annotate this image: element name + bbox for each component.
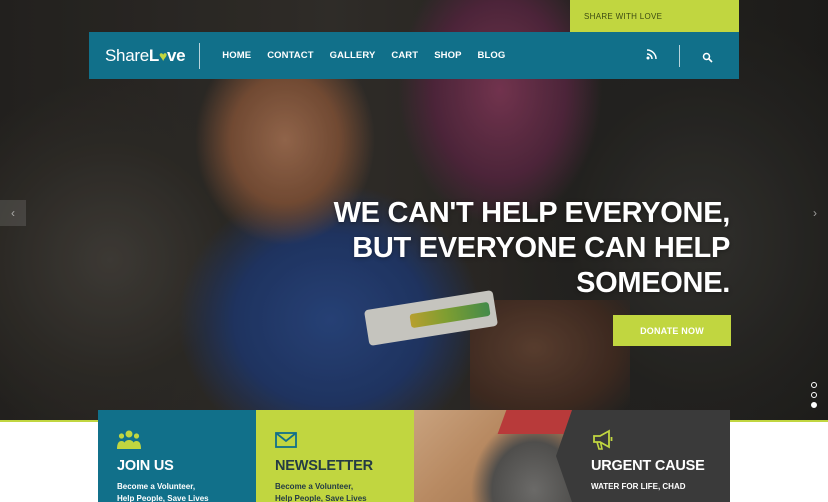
envelope-icon bbox=[275, 428, 414, 452]
nav-shop[interactable]: SHOP bbox=[434, 50, 461, 61]
nav-right-divider bbox=[679, 44, 680, 67]
megaphone-icon bbox=[591, 428, 730, 452]
newsletter-title: NEWSLETTER bbox=[275, 458, 373, 474]
search-icon[interactable] bbox=[702, 50, 713, 63]
heart-icon: ♥ bbox=[158, 47, 167, 64]
newsletter-box[interactable]: NEWSLETTER Become a Volunteer, Help Peop… bbox=[256, 410, 414, 502]
slider-pagination bbox=[811, 382, 817, 408]
join-us-text-line-2: Help People, Save Lives bbox=[117, 494, 209, 502]
nav-links: HOME CONTACT GALLERY CART SHOP BLOG bbox=[222, 50, 505, 61]
slider-dot-3[interactable] bbox=[811, 402, 817, 408]
logo-text-l: L bbox=[148, 45, 159, 65]
logo-divider bbox=[199, 42, 201, 69]
nav-right bbox=[646, 32, 713, 79]
urgent-cause-subtitle: WATER FOR LIFE, CHAD bbox=[591, 482, 686, 491]
share-with-love-label: SHARE WITH LOVE bbox=[584, 11, 663, 21]
urgent-cause-notch bbox=[556, 410, 572, 502]
people-icon bbox=[117, 428, 256, 452]
slider-dot-1[interactable] bbox=[811, 382, 817, 388]
nav-contact[interactable]: CONTACT bbox=[267, 50, 313, 61]
urgent-cause-title: URGENT CAUSE bbox=[591, 458, 705, 474]
urgent-cause-wrapper: URGENT CAUSE WATER FOR LIFE, CHAD bbox=[556, 410, 730, 502]
logo[interactable]: Share L ♥ ve bbox=[105, 45, 186, 66]
cause-image-box[interactable] bbox=[414, 410, 573, 502]
slider-next-icon[interactable]: › bbox=[806, 200, 824, 226]
hero-headline-line-3: SOMEONE. bbox=[576, 267, 730, 299]
hero-headline-line-1: WE CAN'T HELP EVERYONE, bbox=[333, 197, 731, 229]
newsletter-text-line-1: Become a Volunteer, bbox=[275, 482, 354, 491]
urgent-cause-box[interactable]: URGENT CAUSE WATER FOR LIFE, CHAD bbox=[572, 410, 730, 502]
nav-home[interactable]: HOME bbox=[222, 50, 251, 61]
feature-boxes: JOIN US Become a Volunteer, Help People,… bbox=[98, 410, 730, 502]
share-with-love-strip[interactable]: SHARE WITH LOVE bbox=[570, 0, 739, 32]
logo-text-share: Share bbox=[105, 45, 149, 65]
nav-gallery[interactable]: GALLERY bbox=[330, 50, 376, 61]
main-navbar: Share L ♥ ve HOME CONTACT GALLERY CART SHOP… bbox=[89, 32, 739, 79]
nav-cart[interactable]: CART bbox=[391, 50, 418, 61]
join-us-text-line-1: Become a Volunteer, bbox=[117, 482, 196, 491]
join-us-title: JOIN US bbox=[117, 458, 174, 474]
hero-headline-line-2: BUT EVERYONE CAN HELP bbox=[352, 232, 730, 264]
slider-prev-icon[interactable]: ‹ bbox=[0, 200, 26, 226]
donate-now-button[interactable]: DONATE NOW bbox=[613, 315, 731, 346]
join-us-text: Become a Volunteer, Help People, Save Li… bbox=[117, 481, 256, 502]
slider-dot-2[interactable] bbox=[811, 392, 817, 398]
hero-headline: WE CAN'T HELP EVERYONE, BUT EVERYONE CAN… bbox=[333, 196, 731, 301]
nav-blog[interactable]: BLOG bbox=[478, 50, 506, 61]
logo-text-ve: ve bbox=[166, 45, 186, 65]
join-us-box[interactable]: JOIN US Become a Volunteer, Help People,… bbox=[98, 410, 256, 502]
newsletter-text: Become a Volunteer, Help People, Save Li… bbox=[275, 481, 414, 502]
newsletter-text-line-2: Help People, Save Lives bbox=[275, 494, 367, 502]
rss-icon[interactable] bbox=[646, 48, 657, 63]
